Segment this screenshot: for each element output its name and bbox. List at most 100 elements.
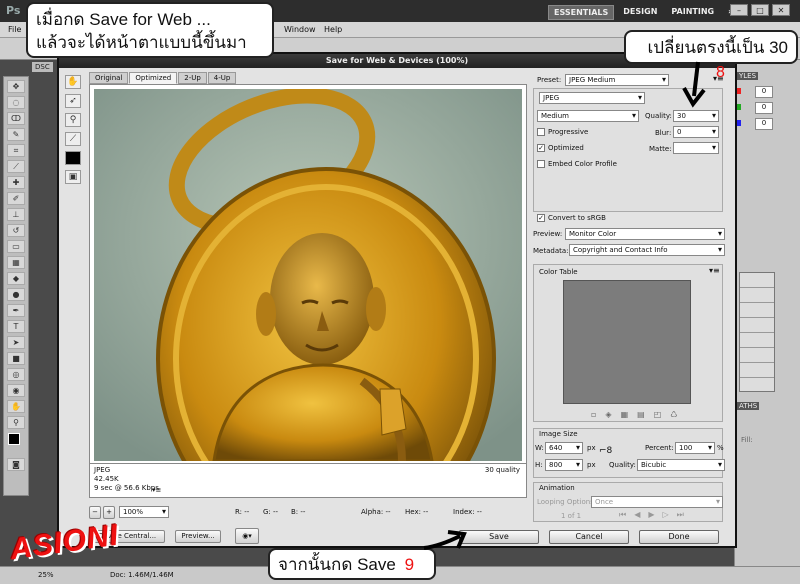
settings-panel: Preset: JPEG Medium ▾≡ JPEG Medium Quali… (529, 72, 729, 524)
cancel-button[interactable]: Cancel (549, 530, 629, 544)
red-value[interactable]: 0 (755, 86, 773, 98)
pen-tool-icon[interactable]: ✒ (7, 304, 25, 317)
marquee-tool-icon[interactable]: ◌ (7, 96, 25, 109)
history-brush-icon[interactable]: ↺ (7, 224, 25, 237)
menu-window[interactable]: Window (284, 25, 316, 34)
paths-tab[interactable]: ATHS (737, 402, 760, 410)
color-table-menu-icon[interactable]: ▾≡ (709, 266, 720, 275)
styles-tab[interactable]: YLES (737, 72, 759, 80)
move-tool-icon[interactable]: ✥ (7, 80, 25, 93)
resample-select[interactable]: Bicubic (637, 459, 725, 471)
width-label: W: (535, 444, 544, 452)
metadata-select[interactable]: Copyright and Contact Info (569, 244, 725, 256)
blue-value[interactable]: 0 (755, 118, 773, 130)
done-button[interactable]: Done (639, 530, 719, 544)
quality-input[interactable]: 30 (673, 110, 719, 122)
hand-tool-icon[interactable]: ✋ (65, 75, 81, 89)
save-button[interactable]: Save (459, 530, 539, 544)
format-select[interactable]: JPEG (539, 92, 645, 104)
brush-tool-icon[interactable]: ✐ (7, 192, 25, 205)
animation-title: Animation (539, 484, 575, 492)
animation-controls-icon[interactable]: ⏮◀▶▷⏭ (619, 510, 692, 520)
zoom-in-button[interactable]: + (103, 506, 115, 519)
zoom-tool-icon[interactable]: ⚲ (65, 113, 81, 127)
slice-select-icon[interactable]: ➶ (65, 94, 81, 108)
browser-icon[interactable]: ◉▾ (235, 528, 259, 544)
zoom-select[interactable]: 100% (119, 506, 169, 518)
annotation-intro: เมื่อกด Save for Web ... แล้วจะได้หน้าตา… (26, 2, 274, 58)
preview-pane[interactable] (89, 84, 527, 464)
3d-orbit-icon[interactable]: ◉ (7, 384, 25, 397)
document-tab[interactable]: DSC (32, 62, 53, 72)
eyedropper-tool-icon[interactable]: ⟋ (7, 160, 25, 173)
photoshop-logo: Ps (6, 4, 21, 17)
hand-tool-icon[interactable]: ✋ (7, 400, 25, 413)
readout-g: G: -- (263, 508, 279, 516)
quick-select-icon[interactable]: ✎ (7, 128, 25, 141)
blur-tool-icon[interactable]: ◆ (7, 272, 25, 285)
convert-srgb-checkbox[interactable]: ✓ Convert to sRGB (537, 214, 606, 222)
eyedropper-color-icon[interactable] (65, 151, 81, 165)
green-value[interactable]: 0 (755, 102, 773, 114)
minimize-icon[interactable]: – (730, 4, 748, 16)
tab-4up[interactable]: 4-Up (207, 72, 237, 84)
matte-select[interactable] (673, 142, 719, 154)
quick-mask-icon[interactable]: ◙ (7, 458, 25, 471)
filesize-text: 42.45K (94, 475, 119, 483)
menu-help[interactable]: Help (324, 25, 342, 34)
quality-label: Quality: (645, 112, 672, 120)
quality-mode-select[interactable]: Medium (537, 110, 639, 122)
info-menu-icon[interactable]: ▾≡ (152, 486, 161, 494)
dialog-buttons: Save Cancel Done (459, 528, 739, 546)
tab-2up[interactable]: 2-Up (178, 72, 207, 84)
matte-label: Matte: (649, 145, 672, 153)
workspace-essentials[interactable]: ESSENTIALS (548, 5, 615, 20)
tab-optimized[interactable]: Optimized (129, 72, 178, 84)
looping-select[interactable]: Once (591, 496, 723, 508)
stamp-tool-icon[interactable]: ⊥ (7, 208, 25, 221)
color-table-icons[interactable]: ▫◈▦▤◰♺ (591, 410, 686, 419)
readout-alpha: Alpha: -- (361, 508, 391, 516)
path-select-icon[interactable]: ➤ (7, 336, 25, 349)
zoom-out-button[interactable]: − (89, 506, 101, 519)
color-table[interactable] (563, 280, 691, 404)
workspace-design[interactable]: DESIGN (618, 5, 662, 20)
blur-input[interactable]: 0 (673, 126, 719, 138)
crop-tool-icon[interactable]: ⌗ (7, 144, 25, 157)
save-for-web-dialog: Save for Web & Devices (100%) ✋ ➶ ⚲ ⟋ ▣ … (57, 52, 737, 548)
gradient-tool-icon[interactable]: ▦ (7, 256, 25, 269)
type-tool-icon[interactable]: T (7, 320, 25, 333)
height-label: H: (535, 461, 543, 469)
optimized-checkbox[interactable]: ✓ Optimized (537, 144, 584, 152)
close-icon[interactable]: ✕ (772, 4, 790, 16)
maximize-icon[interactable]: □ (751, 4, 769, 16)
toggle-slices-icon[interactable]: ▣ (65, 170, 81, 184)
height-input[interactable]: 800 (545, 459, 583, 471)
workspace-painting[interactable]: PAINTING (666, 5, 719, 20)
healing-tool-icon[interactable]: ✚ (7, 176, 25, 189)
3d-rotate-icon[interactable]: ◎ (7, 368, 25, 381)
eraser-tool-icon[interactable]: ▭ (7, 240, 25, 253)
width-input[interactable]: 640 (545, 442, 583, 454)
percent-input[interactable]: 100 (675, 442, 715, 454)
frame-counter: 1 of 1 (561, 512, 582, 520)
zoom-tool-icon[interactable]: ⚲ (7, 416, 25, 429)
preset-select[interactable]: JPEG Medium (565, 74, 669, 86)
preview-select[interactable]: Monitor Color (565, 228, 725, 240)
color-swatches[interactable] (8, 433, 28, 455)
menu-file[interactable]: File (8, 25, 21, 34)
lasso-tool-icon[interactable]: ↀ (7, 112, 25, 125)
progressive-checkbox[interactable]: Progressive (537, 128, 588, 136)
shape-tool-icon[interactable]: ■ (7, 352, 25, 365)
zoom-level[interactable]: 25% (38, 571, 54, 579)
optimized-label: Optimized (548, 144, 584, 152)
eyedropper-tool-icon[interactable]: ⟋ (65, 132, 81, 146)
tab-original[interactable]: Original (89, 72, 129, 84)
annotation-intro-line1: เมื่อกด Save for Web ... (36, 10, 211, 29)
constrain-link-icon[interactable]: ⌐8 (599, 446, 612, 456)
embed-profile-label: Embed Color Profile (548, 160, 617, 168)
layers-list[interactable] (739, 272, 775, 392)
dodge-tool-icon[interactable]: ● (7, 288, 25, 301)
preview-button[interactable]: Preview... (175, 530, 221, 543)
embed-profile-checkbox[interactable]: Embed Color Profile (537, 160, 617, 168)
